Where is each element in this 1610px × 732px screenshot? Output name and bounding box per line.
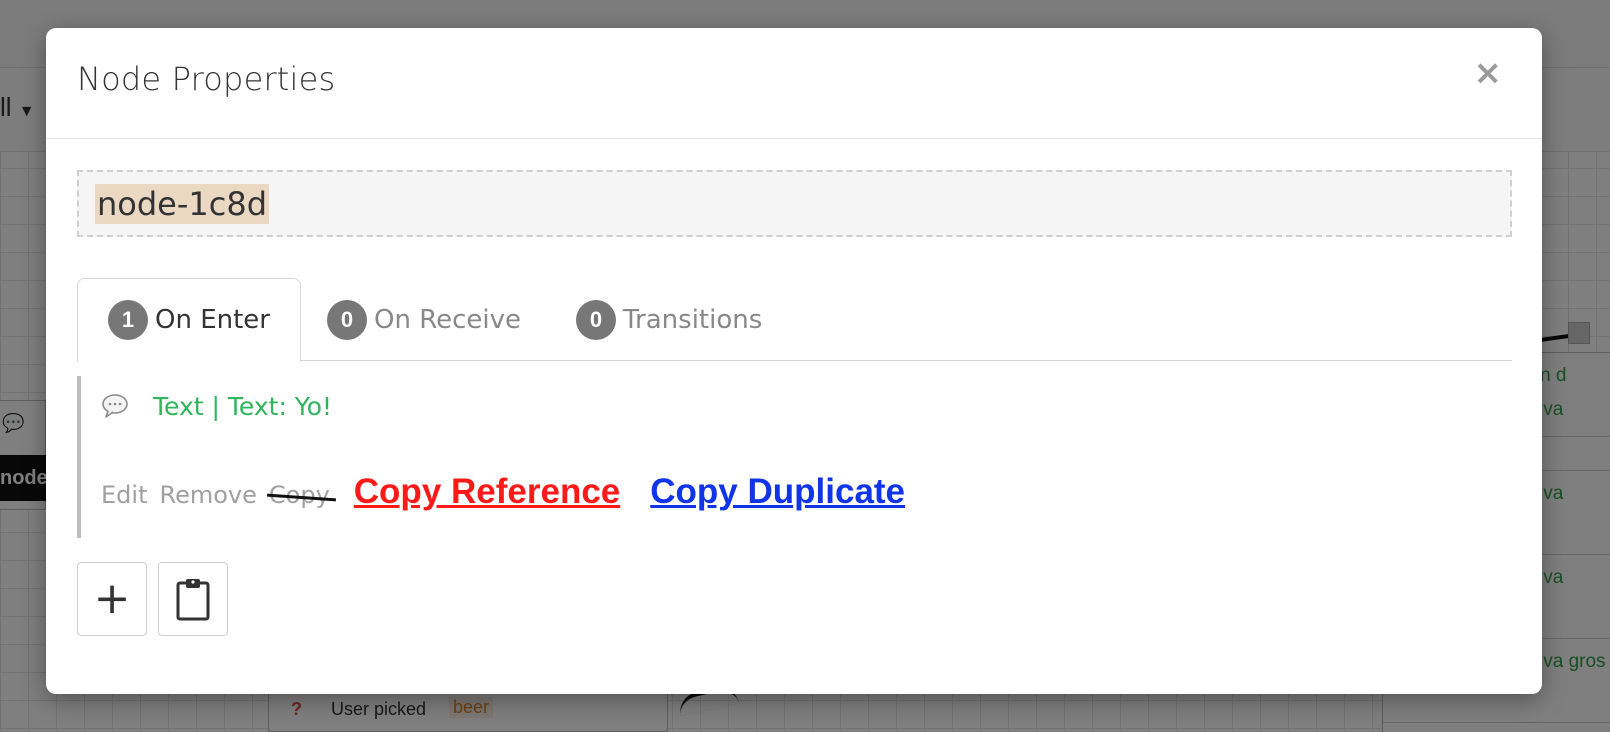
node-name-field[interactable]: node-1c8d bbox=[77, 170, 1512, 237]
clipboard-icon bbox=[176, 579, 210, 621]
action-item: Text | Text: Yo! Edit Remove Copy Copy R… bbox=[77, 376, 1512, 538]
tab-count-badge: 1 bbox=[108, 300, 148, 340]
tab-label: On Receive bbox=[374, 304, 521, 335]
plus-icon: + bbox=[93, 573, 131, 624]
copy-duplicate-link[interactable]: Copy Duplicate bbox=[650, 472, 905, 512]
speech-bubble-icon bbox=[102, 394, 128, 418]
tab-label: Transitions bbox=[623, 304, 763, 335]
node-properties-modal: Node Properties × node-1c8d 1 On Enter 0… bbox=[46, 28, 1542, 694]
add-action-button[interactable]: + bbox=[77, 562, 147, 636]
tab-on-receive[interactable]: 0 On Receive bbox=[297, 278, 551, 361]
edit-link[interactable]: Edit bbox=[101, 481, 147, 509]
copy-reference-link[interactable]: Copy Reference bbox=[354, 472, 620, 512]
action-tabs: 1 On Enter 0 On Receive 0 Transitions bbox=[77, 278, 1512, 362]
tab-transitions[interactable]: 0 Transitions bbox=[546, 278, 792, 361]
node-name-text[interactable]: node-1c8d bbox=[95, 184, 270, 224]
remove-link[interactable]: Remove bbox=[159, 481, 256, 509]
action-links: Edit Remove Copy Copy Reference Copy Dup… bbox=[101, 472, 905, 512]
tab-count-badge: 0 bbox=[576, 299, 616, 340]
tab-on-enter[interactable]: 1 On Enter bbox=[77, 278, 301, 362]
modal-title: Node Properties bbox=[77, 60, 336, 98]
action-summary: Text | Text: Yo! bbox=[153, 392, 333, 421]
close-icon[interactable]: × bbox=[1474, 56, 1503, 90]
paste-action-button[interactable] bbox=[158, 562, 228, 636]
tab-count-badge: 0 bbox=[327, 299, 367, 340]
modal-header: Node Properties × bbox=[46, 28, 1542, 139]
copy-link[interactable]: Copy bbox=[269, 481, 330, 509]
tab-label: On Enter bbox=[155, 305, 270, 335]
